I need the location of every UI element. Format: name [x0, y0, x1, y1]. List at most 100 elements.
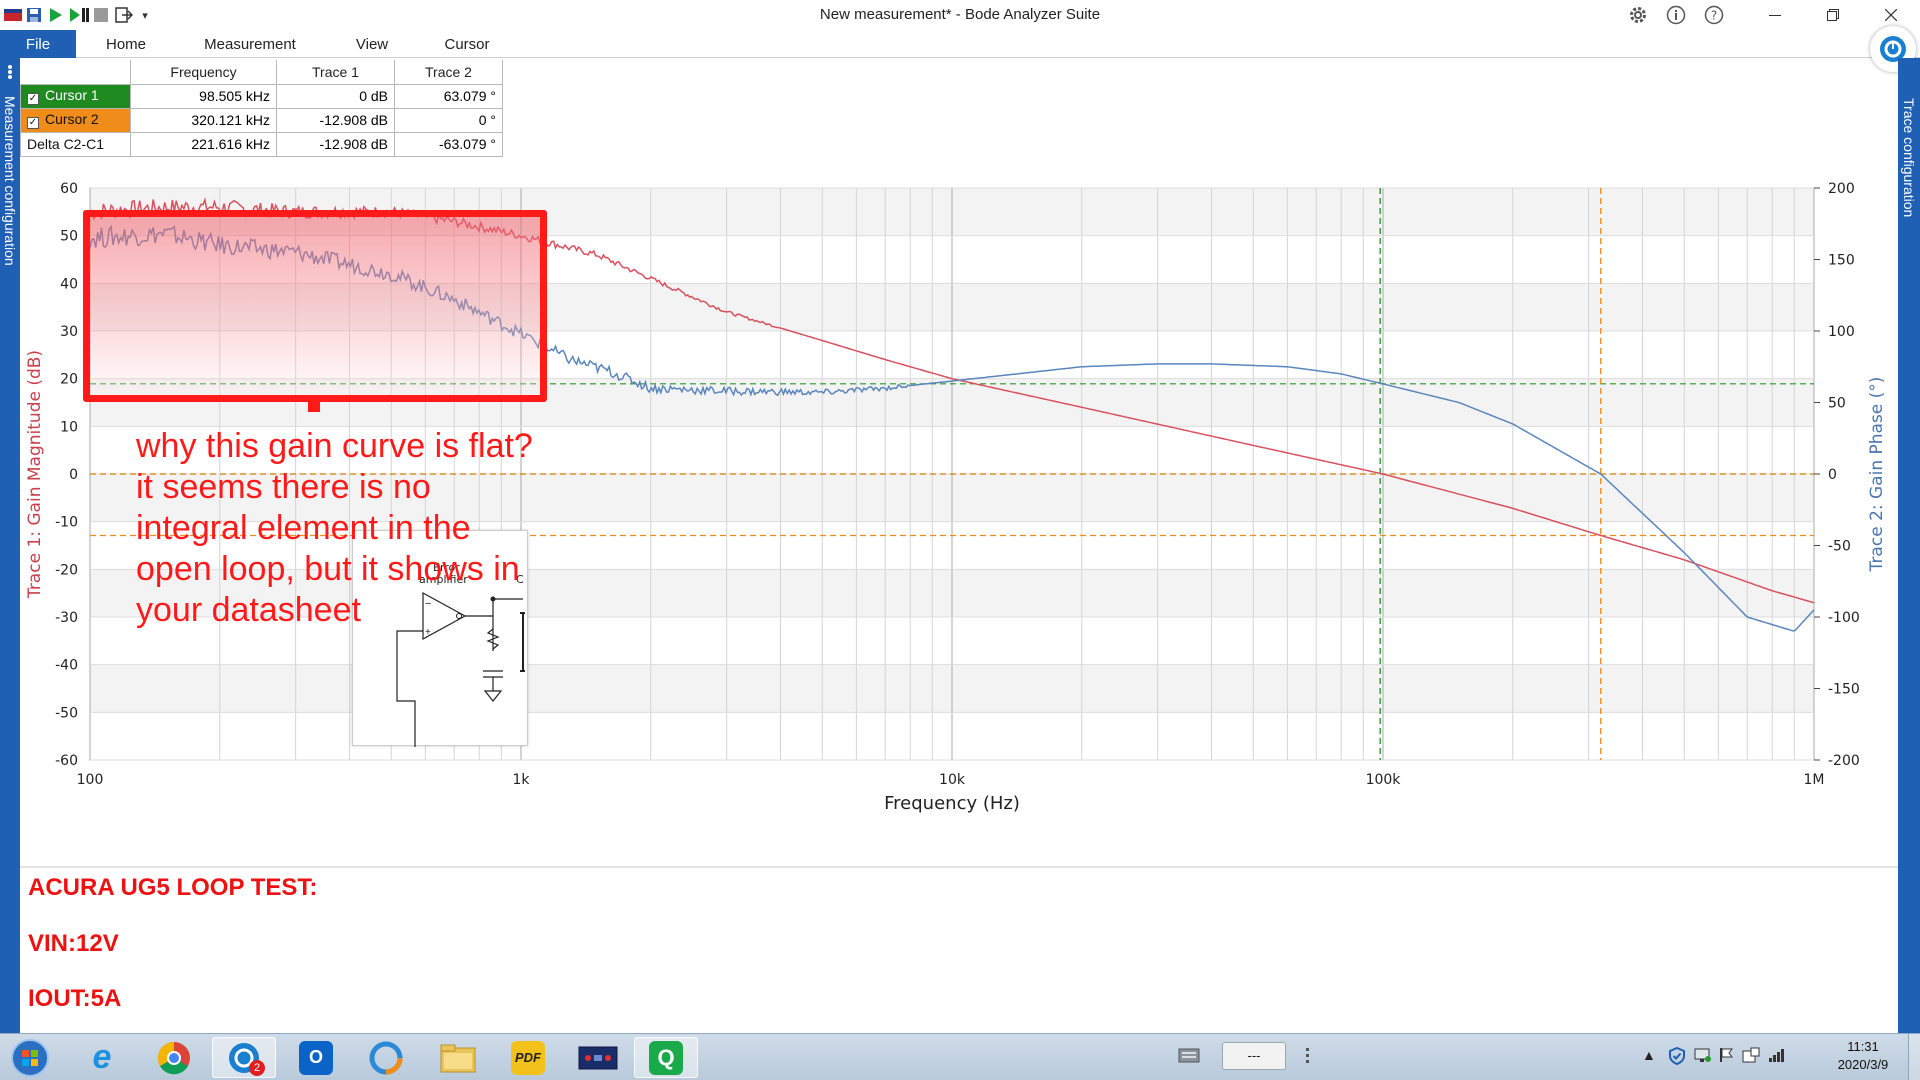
title-bar: ▾ New measurement* - Bode Analyzer Suite…: [0, 0, 1920, 30]
tab-measurement[interactable]: Measurement: [190, 30, 310, 58]
start-orb-button[interactable]: [4, 1037, 56, 1078]
taskbar: e 2 O PDF Q --- ▲ 11:31 2020/3/9: [0, 1033, 1920, 1080]
y-tick-right-label: -50: [1828, 539, 1851, 555]
cursor2-frequency: 320.121 kHz: [130, 107, 277, 133]
cursor-table: Frequency Trace 1 Trace 2 ✓ Cursor 1 98.5…: [20, 60, 503, 157]
qlik-button[interactable]: Q: [634, 1037, 698, 1078]
pdf-icon: PDF: [511, 1040, 545, 1075]
flag-icon[interactable]: [1718, 1047, 1734, 1066]
y-tick-right-label: -150: [1828, 682, 1860, 698]
y-tick-left-label: 60: [60, 181, 78, 197]
tab-home[interactable]: Home: [96, 30, 156, 58]
cursor2-trace1: -12.908 dB: [276, 107, 395, 133]
x-tick-label: 100: [77, 772, 104, 788]
delta-trace1: -12.908 dB: [276, 131, 395, 157]
header-trace2: Trace 2: [394, 60, 503, 85]
pdf-reader-button[interactable]: PDF: [496, 1037, 560, 1078]
shield-icon[interactable]: [1668, 1046, 1686, 1068]
x-tick-label: 10k: [939, 772, 966, 788]
annotation-line: open loop, but it shows in: [136, 550, 520, 588]
webex-icon: [369, 1041, 403, 1074]
show-desktop-button[interactable]: [1908, 1034, 1920, 1080]
table-row[interactable]: ✓ Cursor 2 320.121 kHz -12.908 dB 0 °: [20, 107, 503, 133]
cursor1-checkbox[interactable]: ✓: [27, 93, 39, 105]
clock-time: 11:31: [1847, 1039, 1879, 1054]
network-device-icon[interactable]: [1742, 1047, 1760, 1066]
webex-button[interactable]: [354, 1037, 418, 1078]
outlook-icon: O: [299, 1040, 333, 1075]
table-row[interactable]: ✓ Cursor 1 98.505 kHz 0 dB 63.079 °: [20, 83, 503, 109]
note-vin[interactable]: VIN:12V: [28, 930, 119, 958]
x-tick-label: 100k: [1366, 772, 1402, 788]
cursor1-trace2: 63.079 °: [394, 83, 503, 109]
table-row: Delta C2-C1 221.616 kHz -12.908 dB -63.0…: [20, 131, 503, 157]
app-window: ▾ New measurement* - Bode Analyzer Suite…: [0, 0, 1920, 1080]
show-hidden-icons-icon[interactable]: ▲: [1642, 1047, 1656, 1063]
measurement-configuration-label: Measurement configuration: [2, 96, 18, 266]
y-tick-left-label: -10: [55, 515, 78, 531]
measurement-configuration-panel[interactable]: Measurement configuration: [0, 58, 20, 1033]
annotation-line: integral element in the: [136, 509, 471, 547]
y-tick-right-label: 200: [1828, 181, 1855, 197]
tab-cursor[interactable]: Cursor: [432, 30, 502, 58]
minimize-button[interactable]: [1752, 0, 1798, 30]
y-tick-left-label: 50: [60, 229, 78, 245]
device-app-button[interactable]: [566, 1037, 630, 1078]
x-axis-label: Frequency (Hz): [884, 793, 1020, 814]
y-tick-left-label: -40: [55, 658, 78, 674]
taskbar-separator-icon: [1304, 1046, 1312, 1066]
ribbon-tabs: File Home Measurement View Cursor: [0, 26, 1920, 72]
internet-explorer-button[interactable]: e: [70, 1037, 134, 1078]
cursor2-checkbox[interactable]: ✓: [27, 117, 39, 129]
cursor2-name-cell[interactable]: ✓ Cursor 2: [20, 107, 131, 133]
bode-analyzer-button[interactable]: 2: [212, 1037, 276, 1078]
y-tick-right-label: -100: [1828, 610, 1860, 626]
svg-text:?: ?: [1711, 9, 1717, 23]
cursor2-name: Cursor 2: [45, 111, 99, 127]
display-icon[interactable]: [1694, 1047, 1712, 1066]
bode-analyzer-badge: 2: [249, 1060, 265, 1076]
clock-date: 2020/3/9: [1837, 1057, 1889, 1072]
annotation-highlight-box: [83, 210, 547, 402]
note-iout[interactable]: IOUT:5A: [28, 985, 121, 1013]
question-icon[interactable]: ?: [1702, 4, 1726, 26]
header-trace1: Trace 1: [276, 60, 395, 85]
cursor1-trace1: 0 dB: [276, 83, 395, 109]
cursor1-name: Cursor 1: [45, 87, 99, 103]
annotation-line: your datasheet: [136, 591, 361, 629]
tab-file[interactable]: File: [0, 30, 76, 58]
annotation-pointer: [308, 398, 320, 412]
cursor2-trace2: 0 °: [394, 107, 503, 133]
delta-trace2: -63.079 °: [394, 131, 503, 157]
outlook-button[interactable]: O: [284, 1037, 348, 1078]
note-title[interactable]: ACURA UG5 LOOP TEST:: [28, 874, 317, 902]
system-clock[interactable]: 11:31 2020/3/9: [1820, 1038, 1906, 1074]
x-tick-label: 1M: [1804, 772, 1825, 788]
y-tick-right-label: -200: [1828, 753, 1860, 769]
chrome-button[interactable]: [142, 1037, 206, 1078]
keyboard-icon[interactable]: [1178, 1046, 1200, 1066]
file-explorer-button[interactable]: [426, 1037, 490, 1078]
header-blank: [20, 60, 131, 84]
signal-icon[interactable]: [1768, 1047, 1786, 1066]
trace-configuration-label: Trace configuration: [1901, 98, 1917, 218]
y-tick-left-label: 30: [60, 324, 78, 340]
restore-button[interactable]: [1810, 0, 1856, 30]
annotation-line: it seems there is no: [136, 468, 431, 506]
header-frequency: Frequency: [130, 60, 277, 85]
y-tick-left-label: -30: [55, 610, 78, 626]
trace-configuration-panel[interactable]: Trace configuration: [1898, 58, 1920, 1033]
folder-icon: [440, 1044, 476, 1072]
panel-menu-icon[interactable]: [6, 64, 14, 80]
y-tick-left-label: 20: [60, 372, 78, 388]
annotation-text: why this gain curve is flat? it seems th…: [136, 426, 596, 631]
info-icon[interactable]: [1664, 4, 1688, 26]
cursor1-name-cell[interactable]: ✓ Cursor 1: [20, 83, 131, 109]
cursor-table-header: Frequency Trace 1 Trace 2: [20, 60, 503, 85]
x-tick-label: 1k: [512, 772, 530, 788]
tray-status-box[interactable]: ---: [1222, 1042, 1286, 1070]
delta-frequency: 221.616 kHz: [130, 131, 277, 157]
tab-view[interactable]: View: [342, 30, 402, 58]
notes-divider: [20, 866, 1898, 868]
gear-icon[interactable]: [1626, 4, 1650, 26]
